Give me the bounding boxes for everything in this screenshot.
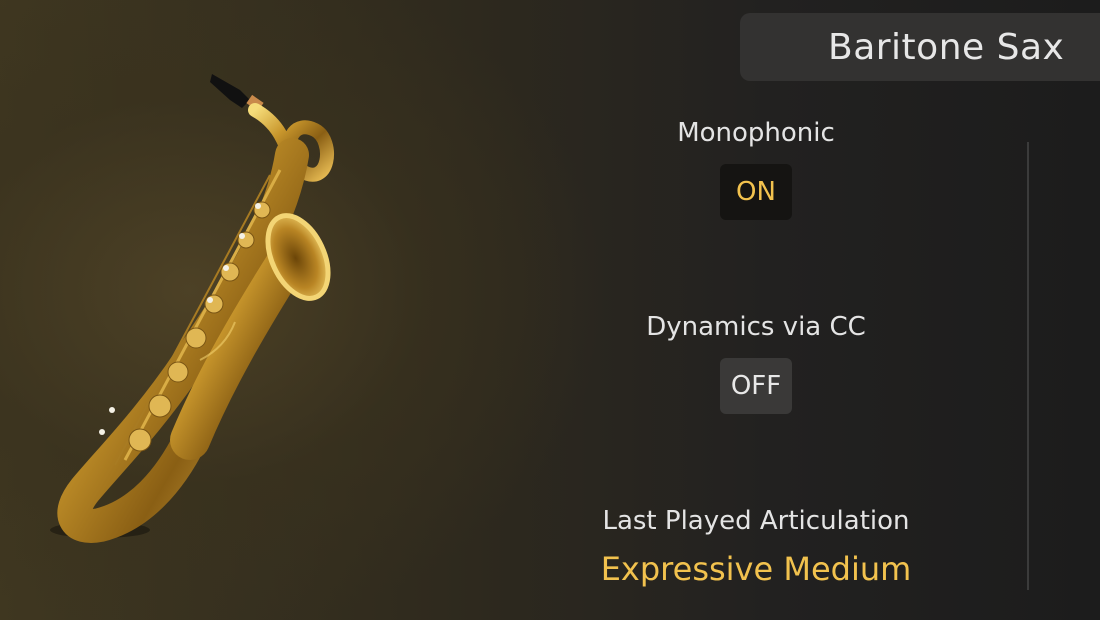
articulation-value: Expressive Medium [600,550,912,588]
dynamics-cc-toggle[interactable]: OFF [720,358,792,414]
baritone-sax-image [30,60,350,550]
dynamics-cc-label: Dynamics via CC [646,312,866,342]
instrument-name: Baritone Sax [828,26,1065,68]
articulation-label: Last Played Articulation [602,506,910,536]
vertical-divider [1027,142,1029,590]
monophonic-toggle[interactable]: ON [720,164,792,220]
monophonic-label: Monophonic [677,118,835,148]
instrument-title-box: Baritone Sax [740,13,1100,81]
